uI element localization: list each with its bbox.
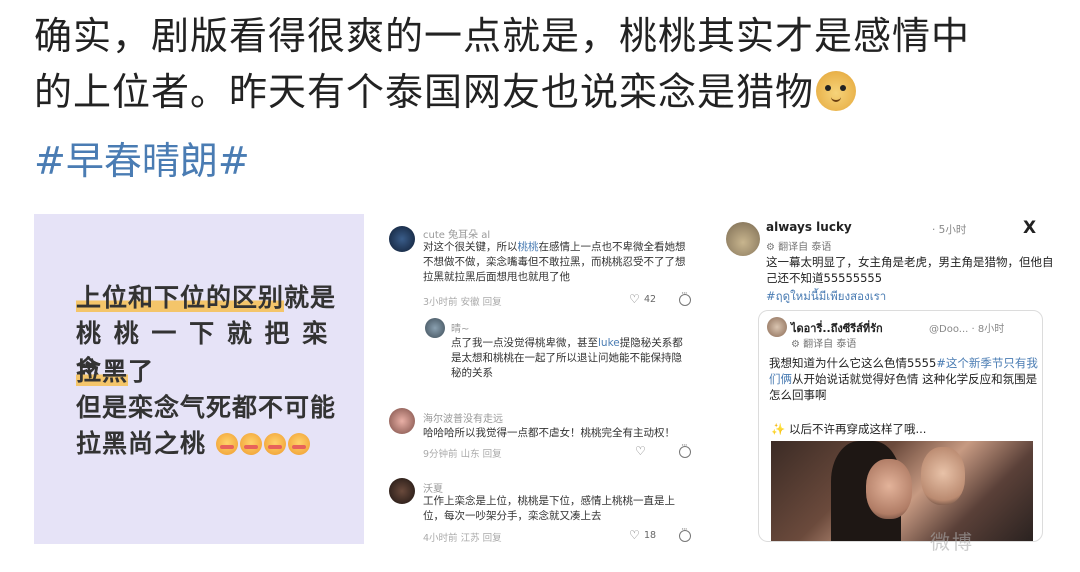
quoted-handle: @Doo... · 8小时 <box>929 324 1005 335</box>
comment-icon <box>679 441 691 458</box>
like-icon: ♡ <box>635 444 646 458</box>
quoted-tweet[interactable]: ไดอารี่..ถึงซีรีส์ที่รัก @Doo... · 8小时 ⚙… <box>758 310 1043 542</box>
comment-meta: 4小时前 江苏 回复 <box>423 533 502 544</box>
card-line-5: 拉黑尚之桃 <box>76 424 312 460</box>
like-count: 18 <box>644 530 657 541</box>
avatar <box>389 408 415 434</box>
avatar <box>389 478 415 504</box>
doge-emoji-icon <box>816 71 857 111</box>
like-icon: ♡ <box>629 292 640 306</box>
reply-author: 晴~ <box>451 324 470 335</box>
card-line-4: 但是栾念气死都不可能 <box>76 393 337 422</box>
comment-icon <box>679 525 691 542</box>
hashtag-link[interactable]: #早春晴朗# <box>34 130 250 185</box>
card-line-3: 拉黑了 <box>76 357 155 386</box>
comment-icon <box>679 289 691 306</box>
crying-emoji-icon <box>263 433 286 455</box>
comment-author: 海尔波普没有走远 <box>423 414 503 425</box>
translated-label: ⚙ 翻译自 泰语 <box>766 242 832 253</box>
comment-meta: 3小时前 安徽 回复 <box>423 297 502 308</box>
tweet-time: · 5小时 <box>932 224 967 236</box>
avatar <box>425 318 445 338</box>
avatar <box>767 317 787 337</box>
crying-emoji-icon <box>239 433 262 455</box>
avatar <box>726 222 760 256</box>
comment-author: cute 兔耳朵 al <box>423 230 491 241</box>
translated-label: ⚙ 翻译自 泰语 <box>791 339 857 350</box>
x-logo-icon: X <box>1023 218 1037 238</box>
reply-body: 点了我一点没觉得桃卑微，甚至luke提隐秘关系都是太想和桃桃在一起了所以退让问她… <box>451 337 683 379</box>
quoted-body: 我想知道为什么它这么色情5555#这个新季节只有我们俩从开始说话就觉得好色情 这… <box>769 356 1038 402</box>
post-line-2: 的上位者。昨天有个泰国网友也说栾念是猎物 <box>34 64 1054 120</box>
crying-emoji-icon <box>215 433 238 455</box>
image-panel-text-card[interactable]: 上位和下位的区别就是 桃 桃 一 下 就 把 栾 念 拉黑了 但是栾念气死都不可… <box>34 214 364 544</box>
image-panel-comments[interactable]: cute 兔耳朵 al 对这个很关键，所以桃桃在感情上一点也不卑微全看她想不想做… <box>379 214 709 544</box>
quoted-image[interactable] <box>771 441 1033 541</box>
watermark: 微博 <box>930 530 974 554</box>
post-line-1: 确实，剧版看得很爽的一点就是，桃桃其实才是感情中 <box>34 14 971 58</box>
card-line-1: 上位和下位的区别就是 <box>76 283 337 312</box>
comment-author: 沃夏 <box>423 484 443 495</box>
like-count: 42 <box>644 294 657 305</box>
comment-meta: 9分钟前 山东 回复 <box>423 449 502 460</box>
post-text: 确实，剧版看得很爽的一点就是，桃桃其实才是感情中 的上位者。昨天有个泰国网友也说… <box>34 8 1054 120</box>
tweet-body: 这一幕太明显了，女主角是老虎，男主角是猎物，但他自己还不知道55555555 <box>766 255 1054 285</box>
comment-body: 工作上栾念是上位，桃桃是下位，感情上桃桃一直是上位，每次一吵架分手，栾念就又凑上… <box>423 495 675 522</box>
avatar <box>389 226 415 252</box>
tweet-username: always lucky <box>766 220 852 234</box>
comment-body: 对这个很关键，所以桃桃在感情上一点也不卑微全看她想不想做不做，栾念嘴毒但不敢拉黑… <box>423 241 686 283</box>
like-icon: ♡ <box>629 528 640 542</box>
tweet-hashtag[interactable]: #ฤดูใหม่นี้มีเพียงสองเรา <box>766 288 886 306</box>
quoted-subtext: ✨ 以后不许再穿成这样了哦... <box>771 422 927 436</box>
image-panel-tweet[interactable]: always lucky · 5小时 X ⚙ 翻译自 泰语 这一幕太明显了，女主… <box>718 214 1056 544</box>
comment-body: 哈哈哈所以我觉得一点都不虐女！桃桃完全有主动权！ <box>423 427 675 439</box>
crying-emoji-icon <box>287 433 310 455</box>
